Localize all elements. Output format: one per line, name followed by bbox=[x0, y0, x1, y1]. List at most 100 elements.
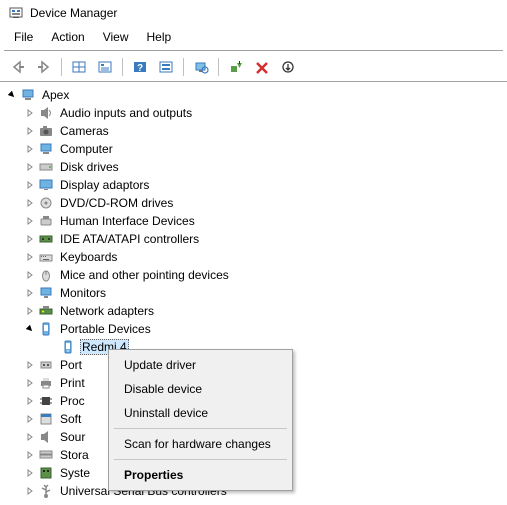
tree-category[interactable]: Human Interface Devices bbox=[0, 212, 507, 230]
expand-arrow-icon[interactable] bbox=[24, 107, 36, 119]
expand-arrow-icon[interactable] bbox=[24, 467, 36, 479]
divider bbox=[4, 50, 503, 51]
expand-arrow-icon[interactable] bbox=[24, 161, 36, 173]
tree-category-label: DVD/CD-ROM drives bbox=[58, 195, 175, 211]
expand-arrow-icon[interactable] bbox=[24, 413, 36, 425]
tree-category[interactable]: Computer bbox=[0, 140, 507, 158]
device-category-icon bbox=[38, 141, 54, 157]
menu-action[interactable]: Action bbox=[43, 28, 92, 46]
help-button[interactable]: ? bbox=[128, 56, 152, 78]
cm-scan-hardware[interactable]: Scan for hardware changes bbox=[112, 432, 289, 456]
tree-category-label: Display adaptors bbox=[58, 177, 151, 193]
device-icon bbox=[60, 339, 76, 355]
toolbar-separator bbox=[61, 58, 62, 76]
menu-help[interactable]: Help bbox=[139, 28, 180, 46]
expand-arrow-icon[interactable] bbox=[24, 143, 36, 155]
tree-category-label: Audio inputs and outputs bbox=[58, 105, 194, 121]
toolbar-separator bbox=[218, 58, 219, 76]
uninstall-button[interactable] bbox=[250, 56, 274, 78]
cm-separator bbox=[114, 459, 287, 460]
tree-category[interactable]: Monitors bbox=[0, 284, 507, 302]
expand-arrow-icon[interactable] bbox=[24, 449, 36, 461]
expand-arrow-icon[interactable] bbox=[6, 89, 18, 101]
device-category-icon bbox=[38, 105, 54, 121]
tree-category[interactable]: Mice and other pointing devices bbox=[0, 266, 507, 284]
cm-properties[interactable]: Properties bbox=[112, 463, 289, 487]
expand-arrow-icon[interactable] bbox=[24, 431, 36, 443]
cm-disable-device[interactable]: Disable device bbox=[112, 377, 289, 401]
device-category-icon bbox=[38, 303, 54, 319]
tree-category-label: Soft bbox=[58, 411, 83, 427]
menu-file[interactable]: File bbox=[6, 28, 41, 46]
expand-arrow-icon[interactable] bbox=[24, 233, 36, 245]
window-title: Device Manager bbox=[30, 6, 117, 20]
device-category-icon bbox=[38, 465, 54, 481]
expand-arrow-icon[interactable] bbox=[24, 359, 36, 371]
device-category-icon bbox=[38, 447, 54, 463]
cm-separator bbox=[114, 428, 287, 429]
tree-category[interactable]: Keyboards bbox=[0, 248, 507, 266]
app-icon bbox=[8, 5, 24, 21]
tree-root[interactable]: Apex bbox=[0, 86, 507, 104]
tree-category[interactable]: Display adaptors bbox=[0, 176, 507, 194]
tree-category[interactable]: Network adapters bbox=[0, 302, 507, 320]
computer-icon bbox=[20, 87, 36, 103]
device-category-icon bbox=[38, 177, 54, 193]
device-category-icon bbox=[38, 411, 54, 427]
tree-category-label: Proc bbox=[58, 393, 87, 409]
tree-category-label: Disk drives bbox=[58, 159, 121, 175]
tree-root-label: Apex bbox=[40, 87, 71, 103]
device-category-icon bbox=[38, 357, 54, 373]
expand-arrow-icon[interactable] bbox=[24, 269, 36, 281]
device-category-icon bbox=[38, 159, 54, 175]
tree-category-label: Network adapters bbox=[58, 303, 156, 319]
menu-view[interactable]: View bbox=[95, 28, 137, 46]
tree-category-label: Human Interface Devices bbox=[58, 213, 197, 229]
expand-arrow-icon[interactable] bbox=[24, 179, 36, 191]
expand-arrow-icon[interactable] bbox=[24, 251, 36, 263]
expand-arrow-icon[interactable] bbox=[24, 323, 36, 335]
device-category-icon bbox=[38, 231, 54, 247]
expand-arrow-icon[interactable] bbox=[24, 377, 36, 389]
tree-category-label: Mice and other pointing devices bbox=[58, 267, 231, 283]
update-driver-button[interactable] bbox=[224, 56, 248, 78]
tree-category-label: IDE ATA/ATAPI controllers bbox=[58, 231, 201, 247]
tree-category[interactable]: Portable Devices bbox=[0, 320, 507, 338]
device-category-icon bbox=[38, 249, 54, 265]
enable-button[interactable] bbox=[276, 56, 300, 78]
device-category-icon bbox=[38, 321, 54, 337]
device-category-icon bbox=[38, 213, 54, 229]
expand-arrow-icon[interactable] bbox=[24, 395, 36, 407]
context-menu: Update driver Disable device Uninstall d… bbox=[108, 349, 293, 491]
expand-arrow-icon[interactable] bbox=[24, 215, 36, 227]
tree-category-label: Portable Devices bbox=[58, 321, 153, 337]
tree-category-label: Port bbox=[58, 357, 84, 373]
device-category-icon bbox=[38, 393, 54, 409]
cm-update-driver[interactable]: Update driver bbox=[112, 353, 289, 377]
expand-arrow-icon[interactable] bbox=[24, 197, 36, 209]
device-category-icon bbox=[38, 375, 54, 391]
expand-arrow-icon[interactable] bbox=[24, 485, 36, 497]
expand-arrow-icon[interactable] bbox=[24, 125, 36, 137]
tree-category[interactable]: Disk drives bbox=[0, 158, 507, 176]
show-hidden-button[interactable] bbox=[67, 56, 91, 78]
device-tree[interactable]: Apex Audio inputs and outputsCamerasComp… bbox=[0, 81, 507, 504]
tree-category[interactable]: IDE ATA/ATAPI controllers bbox=[0, 230, 507, 248]
tree-category[interactable]: Cameras bbox=[0, 122, 507, 140]
device-category-icon bbox=[38, 285, 54, 301]
tree-category[interactable]: Audio inputs and outputs bbox=[0, 104, 507, 122]
action-button[interactable] bbox=[154, 56, 178, 78]
scan-hardware-button[interactable] bbox=[189, 56, 213, 78]
svg-text:?: ? bbox=[137, 63, 143, 74]
cm-uninstall-device[interactable]: Uninstall device bbox=[112, 401, 289, 425]
expand-arrow-icon[interactable] bbox=[24, 287, 36, 299]
tree-category-label: Sour bbox=[58, 429, 87, 445]
tree-category[interactable]: DVD/CD-ROM drives bbox=[0, 194, 507, 212]
back-button[interactable] bbox=[6, 56, 30, 78]
forward-button[interactable] bbox=[32, 56, 56, 78]
expand-arrow-icon[interactable] bbox=[24, 305, 36, 317]
device-category-icon bbox=[38, 429, 54, 445]
menubar: File Action View Help bbox=[0, 26, 507, 48]
properties-button[interactable] bbox=[93, 56, 117, 78]
tree-category-label: Keyboards bbox=[58, 249, 119, 265]
